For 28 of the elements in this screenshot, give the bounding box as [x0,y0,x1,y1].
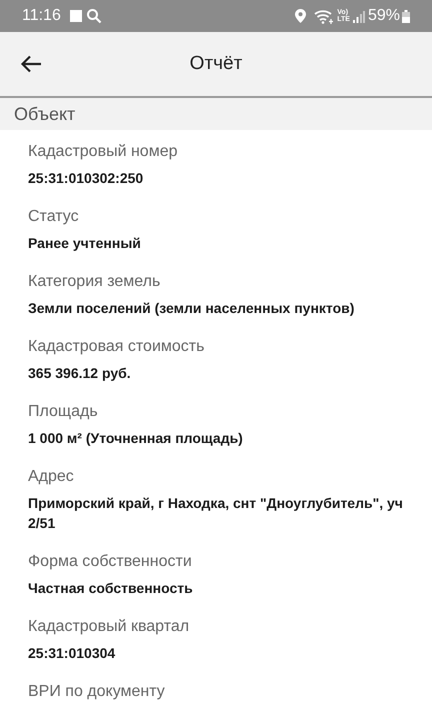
field-label: Форма собственности [28,552,193,572]
section-title: Объект [14,102,76,126]
field-value: 1 000 м² (Уточненная площадь) [28,429,244,448]
field-value: 25:31:010304 [28,644,116,663]
field-label: ВРИ по документу [28,682,166,702]
field-label: Категория земель [28,272,162,292]
field-value: 365 396.12 руб. [28,364,132,383]
screen-title: Отчёт [190,52,242,76]
field-value: Приморский край, г Находка, снт "Дноуглубитель", уч 2/51 [28,494,404,533]
field-label: Кадастровая стоимость [28,337,206,357]
notification-icon [68,9,83,23]
search-icon [86,8,102,24]
field-label: Площадь [28,402,99,422]
location-icon [295,9,306,23]
status-time: 11:16 [22,6,61,26]
field-value: Ранее учтенный [28,234,142,253]
battery-icon [402,10,410,22]
battery-percent: 59% [368,6,400,26]
wifi-icon [314,8,334,24]
field-label: Кадастровый номер [28,142,178,162]
back-arrow-icon [20,55,42,73]
field-label: Адрес [28,467,75,487]
field-value: 25:31:010302:250 [28,169,144,188]
signal-icon [352,10,365,22]
field-value: Земли поселений (земли населенных пунктов) [28,299,356,318]
field-label: Кадастровый квартал [28,617,190,637]
field-value: Частная собственность [28,579,194,598]
field-label: Статус [28,207,80,227]
